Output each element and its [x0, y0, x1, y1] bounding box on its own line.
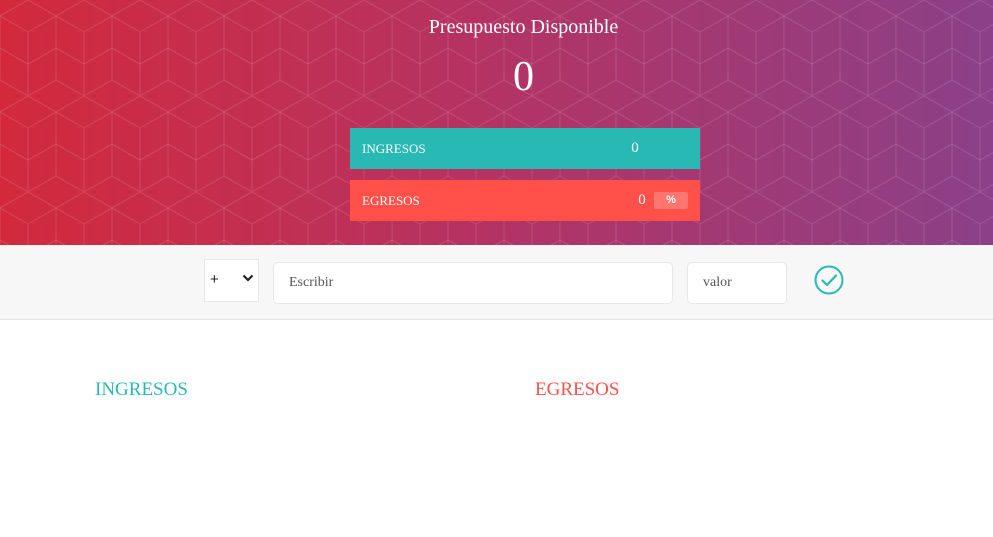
expense-summary-label: EGRESOS — [362, 193, 420, 208]
expense-percentage-badge: % — [654, 192, 688, 209]
income-summary: INGRESOS 0 — [350, 128, 700, 169]
budget-header: Presupuesto Disponible 0 INGRESOS 0 EGRE… — [0, 0, 993, 245]
expense-list-title: EGRESOS — [535, 379, 620, 400]
budget-value: 0 — [513, 54, 534, 100]
chevron-down-icon — [242, 274, 254, 282]
type-select[interactable]: + — [204, 259, 259, 302]
submit-button[interactable] — [813, 264, 845, 296]
income-list-title: INGRESOS — [95, 379, 188, 400]
value-input[interactable] — [687, 262, 787, 304]
expense-summary: EGRESOS 0 % — [350, 180, 700, 221]
description-input[interactable] — [273, 262, 673, 304]
income-summary-label: INGRESOS — [362, 141, 426, 156]
type-select-value: + — [210, 271, 219, 288]
check-circle-icon — [814, 265, 844, 295]
budget-title: Presupuesto Disponible — [428, 16, 619, 38]
